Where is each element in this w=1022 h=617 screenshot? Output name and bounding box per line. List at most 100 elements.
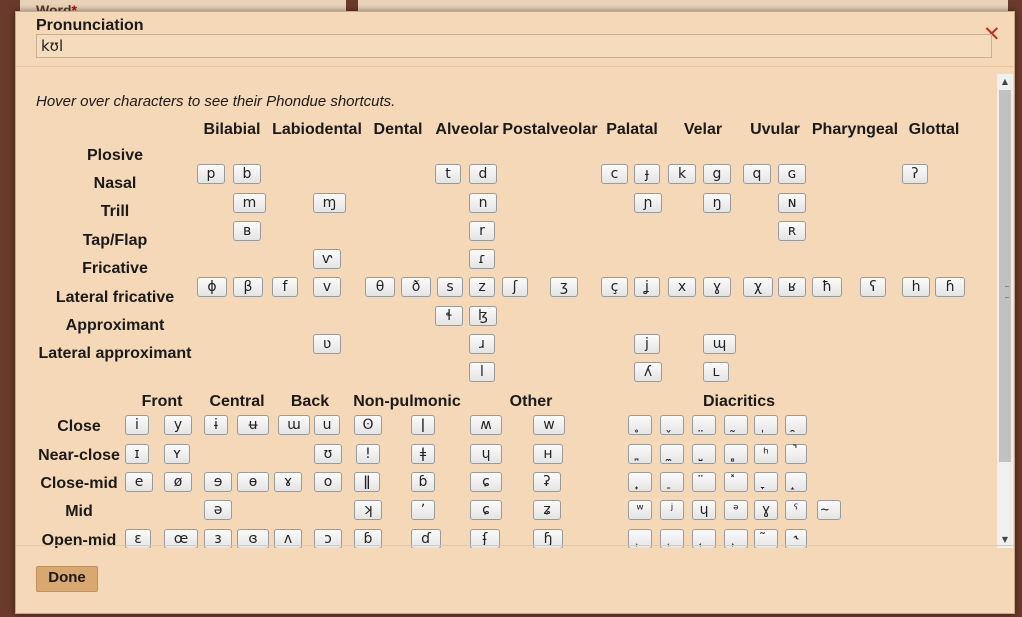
ipa-key[interactable]: ɪ xyxy=(125,444,149,464)
ipa-key[interactable]: ɢ xyxy=(778,164,806,184)
ipa-key[interactable]: ʋ xyxy=(313,334,341,354)
ipa-key[interactable]: ʲ xyxy=(660,500,684,520)
ipa-key[interactable]: ɲ xyxy=(634,193,662,213)
ipa-key[interactable]: ə xyxy=(204,500,232,520)
pronunciation-input[interactable]: kʊl xyxy=(36,34,992,58)
ipa-key[interactable]: ʎ xyxy=(634,362,662,382)
ipa-key[interactable]: ̺ xyxy=(692,444,716,464)
ipa-key[interactable]: ɣ xyxy=(703,277,731,297)
ipa-key[interactable]: j xyxy=(634,334,660,354)
ipa-key[interactable]: ̞ xyxy=(754,472,778,492)
ipa-key[interactable]: ̟ xyxy=(628,472,652,492)
ipa-key[interactable]: h xyxy=(902,277,930,297)
ipa-key[interactable]: g xyxy=(703,164,731,184)
ipa-key[interactable]: ɮ xyxy=(469,306,497,326)
ipa-key[interactable]: e xyxy=(125,472,153,492)
ipa-key[interactable]: ʜ xyxy=(533,444,563,464)
ipa-key[interactable]: ʟ xyxy=(703,362,729,382)
ipa-key[interactable]: ⱱ xyxy=(313,249,341,269)
ipa-key[interactable]: ɤ xyxy=(274,472,302,492)
ipa-key[interactable]: ̥ xyxy=(628,415,652,435)
ipa-key[interactable]: ɵ xyxy=(237,472,269,492)
scroll-up-arrow-icon[interactable]: ▲ xyxy=(997,76,1013,88)
ipa-key[interactable]: ɸ xyxy=(197,277,227,297)
ipa-key[interactable]: c xyxy=(601,164,628,184)
ipa-key[interactable]: ɕ xyxy=(470,500,502,520)
ipa-key[interactable]: ǃ xyxy=(356,444,380,464)
ipa-key[interactable]: θ xyxy=(365,277,395,297)
ipa-key[interactable]: n xyxy=(469,193,497,213)
ipa-key[interactable]: ̴ xyxy=(817,500,841,520)
ipa-key[interactable]: ̝ xyxy=(785,472,807,492)
ipa-key[interactable]: ŋ xyxy=(703,193,731,213)
ipa-key[interactable]: ɥ xyxy=(470,444,502,464)
ipa-key[interactable]: ɓ xyxy=(411,472,435,492)
ipa-key[interactable]: ̚ xyxy=(785,444,807,464)
done-button[interactable]: Done xyxy=(36,566,98,592)
scrollbar-thumb[interactable] xyxy=(999,90,1011,462)
ipa-key[interactable]: ɯ xyxy=(278,415,310,435)
ipa-key[interactable]: w xyxy=(533,415,565,435)
ipa-key[interactable]: f xyxy=(272,277,298,297)
ipa-key[interactable]: ɦ xyxy=(935,277,965,297)
ipa-key[interactable]: ɱ xyxy=(313,193,346,213)
ipa-key[interactable]: ʰ xyxy=(754,444,778,464)
ipa-key[interactable]: t xyxy=(435,164,461,184)
ipa-key[interactable]: ʡ xyxy=(533,472,561,492)
ipa-key[interactable]: ʁ xyxy=(778,277,806,297)
ipa-key[interactable]: ɨ xyxy=(204,415,228,435)
ipa-key[interactable]: ð xyxy=(401,277,431,297)
ipa-key[interactable]: d xyxy=(469,164,497,184)
ipa-key[interactable]: ʍ xyxy=(470,415,502,435)
ipa-key[interactable]: ʝ xyxy=(634,277,660,297)
ipa-key[interactable]: z xyxy=(469,277,495,297)
ipa-key[interactable]: x xyxy=(668,277,696,297)
ipa-key[interactable]: ɴ xyxy=(778,193,806,213)
ipa-key[interactable]: ɣ xyxy=(754,500,778,520)
ipa-key[interactable]: ̈ xyxy=(692,472,716,492)
ipa-key[interactable]: ʀ xyxy=(778,221,806,241)
vertical-scrollbar[interactable]: ▲ ▼ xyxy=(997,74,1013,548)
ipa-key[interactable]: ᵊ xyxy=(724,500,748,520)
ipa-key[interactable]: χ xyxy=(743,277,773,297)
ipa-key[interactable]: ʕ xyxy=(860,277,886,297)
ipa-key[interactable]: ħ xyxy=(812,277,842,297)
ipa-key[interactable]: ɬ xyxy=(435,306,463,326)
ipa-key[interactable]: ʷ xyxy=(628,500,652,520)
ipa-key[interactable]: ̠ xyxy=(660,472,684,492)
ipa-key[interactable]: ̻ xyxy=(724,444,748,464)
ipa-key[interactable]: ̤ xyxy=(692,415,716,435)
ipa-key[interactable]: ɰ xyxy=(703,334,736,354)
ipa-key[interactable]: i xyxy=(125,415,149,435)
ipa-key[interactable]: ʃ xyxy=(502,277,528,297)
ipa-key[interactable]: ɾ xyxy=(469,249,495,269)
ipa-key[interactable]: ç xyxy=(601,277,628,297)
ipa-key[interactable]: ǂ xyxy=(411,444,435,464)
ipa-key[interactable]: ɹ xyxy=(469,334,495,354)
ipa-key[interactable]: ɕ xyxy=(470,472,502,492)
ipa-key[interactable]: ʙ xyxy=(233,221,261,241)
ipa-key[interactable]: k xyxy=(668,164,696,184)
ipa-key[interactable]: ʉ xyxy=(237,415,269,435)
ipa-key[interactable]: ̽ xyxy=(724,472,748,492)
ipa-key[interactable]: ʔ xyxy=(902,164,928,184)
ipa-key[interactable]: m xyxy=(233,193,266,213)
ipa-key[interactable]: ɟ xyxy=(634,164,660,184)
ipa-key[interactable]: ̼ xyxy=(660,444,684,464)
ipa-key[interactable]: p xyxy=(197,164,225,184)
ipa-key[interactable]: ̰ xyxy=(724,415,748,435)
ipa-key[interactable]: q xyxy=(743,164,771,184)
ipa-key[interactable]: s xyxy=(437,277,463,297)
ipa-key[interactable]: ʏ xyxy=(164,444,190,464)
ipa-key[interactable]: ̩ xyxy=(754,415,778,435)
ipa-key[interactable]: ̪ xyxy=(628,444,652,464)
ipa-key[interactable]: v xyxy=(313,277,341,297)
ipa-key[interactable]: l xyxy=(469,362,495,382)
ipa-key[interactable]: o xyxy=(314,472,342,492)
ipa-key[interactable]: y xyxy=(164,415,192,435)
ipa-key[interactable]: ̬ xyxy=(660,415,684,435)
ipa-key[interactable]: ˤ xyxy=(785,500,807,520)
ipa-key[interactable]: ʊ xyxy=(314,444,342,464)
ipa-key[interactable]: ɥ xyxy=(692,500,716,520)
ipa-key[interactable]: ʘ xyxy=(354,415,382,435)
